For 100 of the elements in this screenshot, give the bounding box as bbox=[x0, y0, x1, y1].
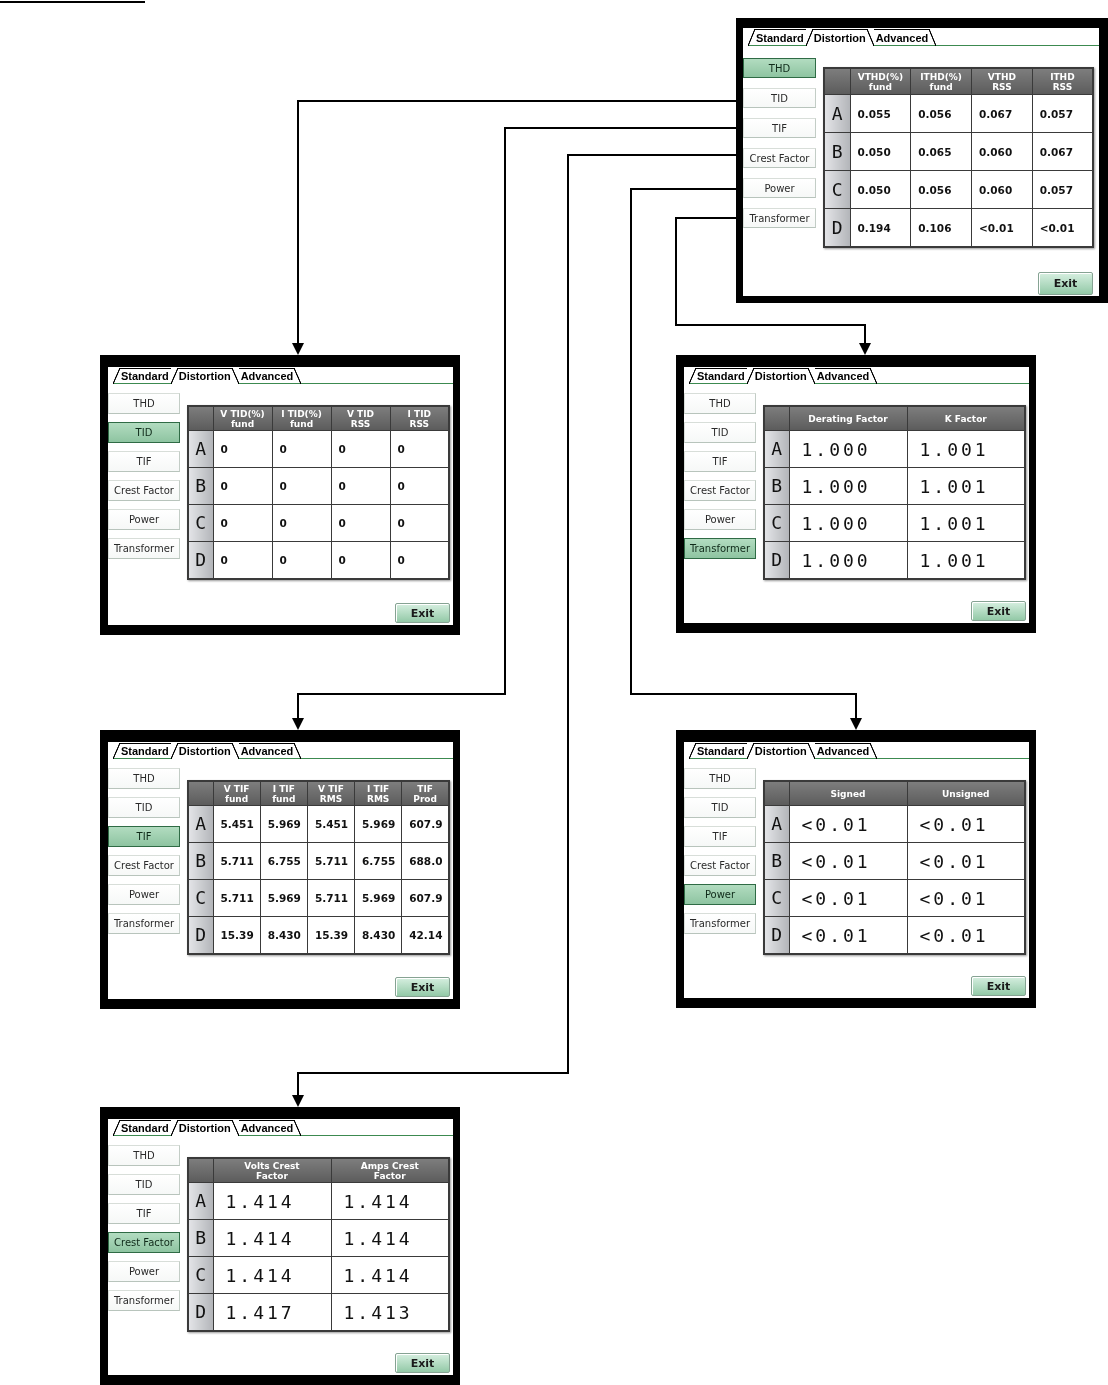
menu-button[interactable]: Power bbox=[108, 1261, 180, 1282]
column-header: Unsigned bbox=[907, 781, 1025, 806]
tab[interactable]: Distortion bbox=[746, 368, 815, 384]
menu-button[interactable]: Crest Factor bbox=[108, 480, 180, 501]
exit-button[interactable]: Exit bbox=[971, 601, 1026, 621]
column-header: ITHD RSS bbox=[1032, 68, 1093, 95]
table-cell: 5.451 bbox=[307, 805, 355, 843]
menu-button[interactable]: Crest Factor bbox=[108, 1232, 180, 1253]
tab[interactable]: Advanced bbox=[814, 368, 878, 384]
menu-button[interactable]: TID bbox=[108, 797, 180, 818]
tab[interactable]: Advanced bbox=[238, 1120, 302, 1136]
table-cell: 0.050 bbox=[850, 170, 911, 209]
table-cell: <0.01 bbox=[789, 842, 907, 880]
column-header: V TIF fund bbox=[213, 781, 261, 806]
column-header: VTHD(%) fund bbox=[850, 68, 911, 95]
table-cell: 6.755 bbox=[354, 842, 402, 880]
menu-button[interactable]: TID bbox=[108, 1174, 180, 1195]
menu-button[interactable]: Power bbox=[108, 884, 180, 905]
menu-button[interactable]: TIF bbox=[684, 451, 756, 472]
menu-button[interactable]: THD bbox=[684, 768, 756, 789]
menu-button[interactable]: Crest Factor bbox=[108, 855, 180, 876]
menu-button[interactable]: THD bbox=[684, 393, 756, 414]
menu-button[interactable]: TID bbox=[684, 797, 756, 818]
tab[interactable]: Advanced bbox=[238, 743, 302, 759]
menu-button[interactable]: THD bbox=[108, 768, 180, 789]
tab[interactable]: Standard bbox=[748, 29, 806, 46]
row-header: B bbox=[188, 842, 213, 880]
menu-button[interactable]: TIF bbox=[684, 826, 756, 847]
table-cell: 5.969 bbox=[354, 879, 402, 917]
menu-button[interactable]: THD bbox=[743, 58, 816, 78]
menu-button[interactable]: THD bbox=[108, 1145, 180, 1166]
menu-button[interactable]: Transformer bbox=[108, 1290, 180, 1311]
table-cell: 1.414 bbox=[213, 1219, 331, 1257]
menu-button[interactable]: TIF bbox=[108, 451, 180, 472]
menu-button[interactable]: TIF bbox=[108, 826, 180, 847]
column-header: I TIF fund bbox=[260, 781, 308, 806]
menu-button[interactable]: Power bbox=[108, 509, 180, 530]
menu-button[interactable]: Crest Factor bbox=[684, 480, 756, 501]
row-header: D bbox=[188, 916, 213, 954]
exit-button[interactable]: Exit bbox=[971, 976, 1026, 996]
tab[interactable]: Distortion bbox=[170, 743, 239, 759]
row-header: C bbox=[188, 879, 213, 917]
table-cell: 0 bbox=[213, 467, 272, 505]
menu-button[interactable]: TID bbox=[684, 422, 756, 443]
menu-button[interactable]: Transformer bbox=[684, 538, 756, 559]
menu-button[interactable]: Power bbox=[684, 884, 756, 905]
tab[interactable]: Standard bbox=[113, 1120, 171, 1136]
menu-button[interactable]: TIF bbox=[743, 118, 816, 138]
table-cell: 0 bbox=[272, 430, 331, 468]
tab[interactable]: Advanced bbox=[873, 29, 937, 46]
menu-button[interactable]: THD bbox=[108, 393, 180, 414]
exit-button[interactable]: Exit bbox=[395, 603, 450, 623]
tab[interactable]: Distortion bbox=[805, 29, 874, 46]
row-header: C bbox=[188, 1256, 213, 1294]
tab[interactable]: Standard bbox=[689, 368, 747, 384]
tab[interactable]: Advanced bbox=[238, 368, 302, 384]
table-cell: <0.01 bbox=[789, 805, 907, 843]
menu-button[interactable]: Transformer bbox=[684, 913, 756, 934]
menu-button[interactable]: TID bbox=[108, 422, 180, 443]
table-cell: 5.969 bbox=[260, 805, 308, 843]
tab[interactable]: Advanced bbox=[814, 743, 878, 759]
row-header: A bbox=[764, 430, 789, 468]
tab[interactable]: Distortion bbox=[170, 1120, 239, 1136]
row-header: D bbox=[824, 208, 850, 247]
column-header: Volts Crest Factor bbox=[213, 1158, 331, 1183]
menu-button[interactable]: TID bbox=[743, 88, 816, 108]
row-header: A bbox=[188, 805, 213, 843]
column-header: TIF Prod bbox=[401, 781, 449, 806]
column-header: ITHD(%) fund bbox=[910, 68, 972, 95]
table-cell: 1.000 bbox=[789, 430, 907, 468]
row-header: D bbox=[188, 1293, 213, 1331]
exit-button[interactable]: Exit bbox=[395, 977, 450, 997]
tab[interactable]: Distortion bbox=[746, 743, 815, 759]
menu-button[interactable]: Transformer bbox=[108, 913, 180, 934]
menu-button[interactable]: Transformer bbox=[108, 538, 180, 559]
table-cell: 0 bbox=[272, 504, 331, 542]
table-cell: 5.969 bbox=[354, 805, 402, 843]
menu-button[interactable]: Power bbox=[684, 509, 756, 530]
table-cell: 0.056 bbox=[910, 170, 972, 209]
row-header: D bbox=[764, 916, 789, 954]
menu-button[interactable]: Crest Factor bbox=[743, 148, 816, 168]
row-header: A bbox=[188, 430, 213, 468]
table-cell: 5.969 bbox=[260, 879, 308, 917]
menu-button[interactable]: TIF bbox=[108, 1203, 180, 1224]
table-cell: 1.414 bbox=[213, 1256, 331, 1294]
exit-button[interactable]: Exit bbox=[395, 1353, 450, 1373]
row-header: C bbox=[824, 170, 850, 209]
row-header: A bbox=[824, 94, 850, 133]
tab[interactable]: Standard bbox=[113, 743, 171, 759]
menu-button[interactable]: Transformer bbox=[743, 208, 816, 228]
column-header: I TID RSS bbox=[390, 406, 449, 431]
exit-button[interactable]: Exit bbox=[1038, 272, 1093, 295]
tab[interactable]: Standard bbox=[113, 368, 171, 384]
menu-button[interactable]: Power bbox=[743, 178, 816, 198]
tab[interactable]: Distortion bbox=[170, 368, 239, 384]
menu-button[interactable]: Crest Factor bbox=[684, 855, 756, 876]
table-cell: 0.060 bbox=[971, 132, 1033, 171]
row-header: B bbox=[764, 842, 789, 880]
tab[interactable]: Standard bbox=[689, 743, 747, 759]
column-header: Derating Factor bbox=[789, 406, 907, 431]
